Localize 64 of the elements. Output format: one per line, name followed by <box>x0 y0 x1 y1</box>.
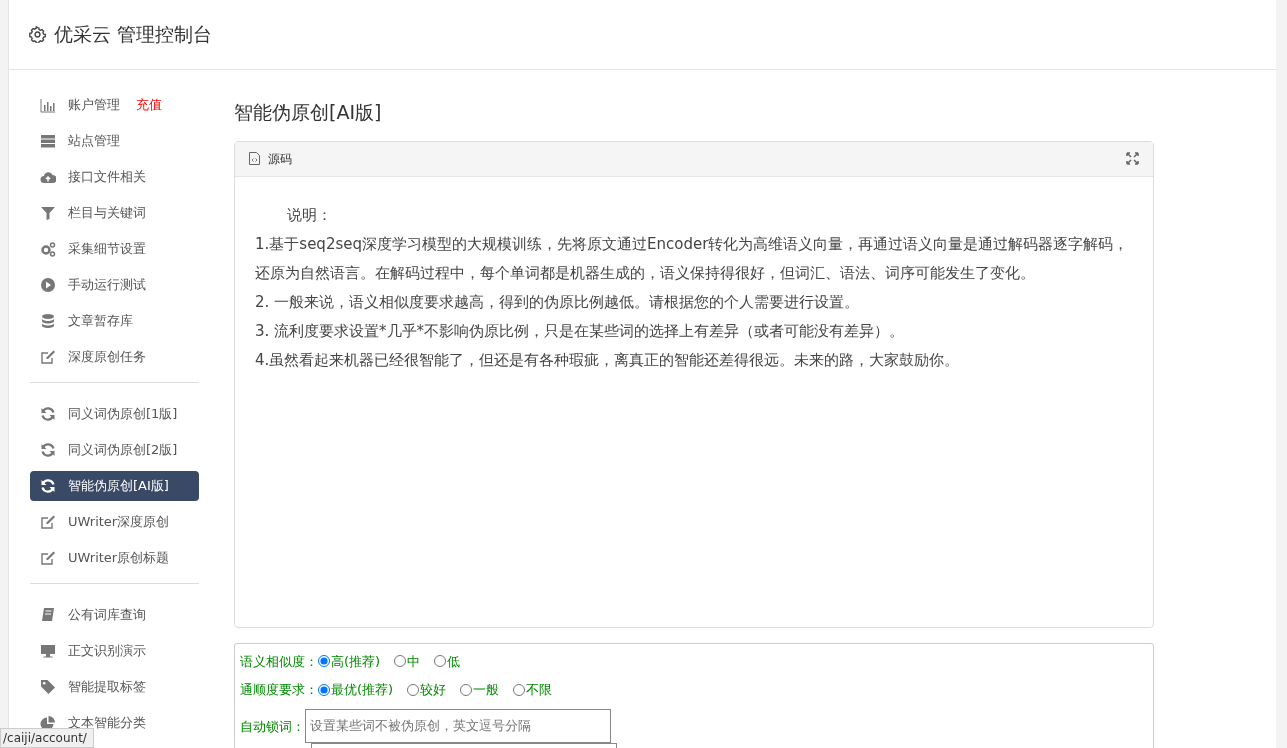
radio-label[interactable]: 低 <box>447 651 461 671</box>
sidebar-item[interactable]: 同义词伪原创[1版] <box>30 399 199 429</box>
book-icon <box>40 607 56 623</box>
sidebar-item[interactable]: 智能提取标签 <box>30 672 199 702</box>
radio-button[interactable] <box>394 655 407 668</box>
editor-text-line: 3. 流利度要求设置*几乎*不影响伪原比例，只是在某些词的选择上有差异（或者可能没有差异）。 <box>255 320 906 342</box>
radio-label[interactable]: 较好 <box>420 680 447 700</box>
sidebar-item[interactable]: 深度原创任务 <box>30 342 199 372</box>
server-icon <box>40 133 56 149</box>
edit-icon <box>40 550 56 566</box>
sidebar-item[interactable]: 账户管理 充值 <box>30 90 199 120</box>
sidebar-item[interactable]: 智能伪原创[AI版] <box>30 471 199 501</box>
sidebar-item[interactable]: 同义词伪原创[2版] <box>30 435 199 465</box>
page-title: 智能伪原创[AI版] <box>234 100 383 125</box>
option-label: 语义相似度： <box>240 652 318 671</box>
radio-label[interactable]: 最优(推荐) <box>331 680 394 700</box>
database-icon <box>40 313 56 329</box>
tag-icon <box>40 679 56 695</box>
edit-icon <box>40 514 56 530</box>
code-file-icon <box>249 152 260 165</box>
radio-button[interactable] <box>460 683 473 696</box>
lock-words-field[interactable]: 设置某些词不被伪原创，英文逗号分隔 <box>305 708 611 743</box>
radio-button[interactable] <box>434 655 447 668</box>
bar-chart-icon <box>40 97 56 113</box>
sidebar-item[interactable]: 文章暂存库 <box>30 306 199 336</box>
sidebar-item[interactable]: 栏目与关键词 <box>30 198 199 228</box>
refresh-icon <box>40 406 56 422</box>
editor-text-line: 4.虽然看起来机器已经很智能了，但还是有各种瑕疵，离真正的智能还差得很远。未来的路，大家鼓励你。 <box>255 349 961 371</box>
cloud-upload-icon <box>40 169 56 185</box>
menu-label: 账户管理 <box>68 96 120 115</box>
gears-icon <box>40 241 56 257</box>
radio-label[interactable]: 不限 <box>526 680 553 700</box>
radio-label[interactable]: 高(推荐) <box>331 651 381 671</box>
fullscreen-icon[interactable] <box>1126 152 1139 165</box>
sidebar-item[interactable]: 手动运行测试 <box>30 270 199 300</box>
funnel-icon <box>40 205 56 221</box>
play-icon <box>40 277 56 293</box>
sidebar-item[interactable]: 采集细节设置 <box>30 234 199 264</box>
editor-text-line: 说明： <box>286 204 333 226</box>
sidebar-item[interactable]: 站点管理 <box>30 126 199 156</box>
radio-label[interactable]: 一般 <box>473 680 500 700</box>
editor-text-line: 1.基于seq2seq深度学习模型的大规模训练，先将原文通过Encoder转化为高维语义向量，再通过语义向量是通过解码器逐字解码，还原为自然语言。在解码过程中，每个单词都是机器生成的，语义保持得很好，但词汇、语法、词序可能发生了变化。 <box>255 233 1130 284</box>
sidebar-item[interactable]: 公有词库查询 <box>30 600 199 630</box>
radio-label[interactable]: 中 <box>407 651 421 671</box>
console-title: 优采云 管理控制台 <box>54 22 213 48</box>
radio-button[interactable] <box>513 683 526 696</box>
refresh-icon <box>40 442 56 458</box>
option-label: 自动锁词： <box>240 717 305 736</box>
radio-button[interactable] <box>407 683 420 696</box>
monitor-icon <box>40 643 56 659</box>
sidebar-item[interactable]: 接口文件相关 <box>30 162 199 192</box>
radio-button[interactable] <box>318 683 330 696</box>
status-url: /caiji/account/ <box>0 728 94 748</box>
sidebar-item[interactable]: 正文识别演示 <box>30 636 199 666</box>
radio-button[interactable] <box>318 655 330 668</box>
editor-text-line: 2. 一般来说，语义相似度要求越高，得到的伪原比例越低。请根据您的个人需要进行设置。 <box>255 291 861 313</box>
sidebar-item[interactable]: UWriter深度原创 <box>30 507 199 537</box>
gear-icon <box>29 26 46 43</box>
edit-icon <box>40 349 56 365</box>
refresh-icon <box>40 478 56 494</box>
source-tab[interactable]: 源码 <box>268 149 292 168</box>
recharge-link[interactable]: 充值 <box>136 95 162 115</box>
sidebar-item[interactable]: UWriter原创标题 <box>30 543 199 573</box>
option-label: 通顺度要求： <box>240 681 318 699</box>
